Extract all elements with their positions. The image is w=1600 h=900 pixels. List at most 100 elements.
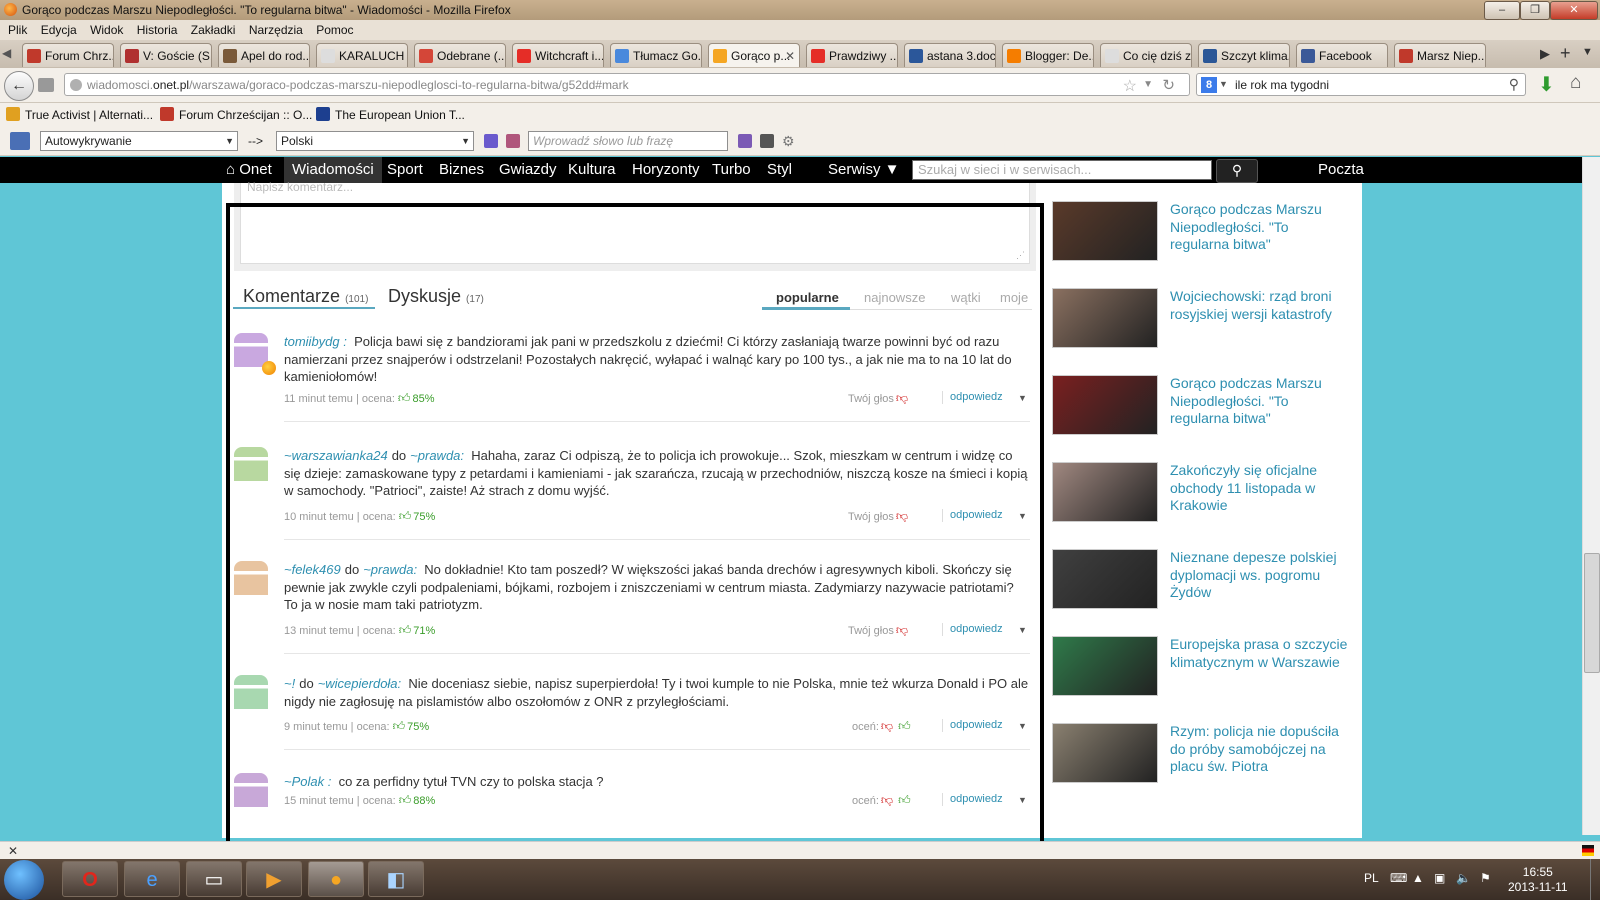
menu-plik[interactable]: Plik <box>8 20 27 40</box>
language-indicator[interactable]: PL <box>1364 871 1379 885</box>
site-search-input[interactable]: Szukaj w sieci i w serwisach... <box>912 160 1212 180</box>
search-engine-box[interactable]: 8 ▼ ile rok ma tygodni ⚲ <box>1196 73 1526 96</box>
nav-horyzonty[interactable]: Horyzonty <box>632 157 700 183</box>
gear-icon[interactable]: ⚙ <box>782 133 795 150</box>
translator-logo-icon[interactable] <box>10 132 30 150</box>
tab-list-icon[interactable]: ▼ <box>1582 46 1593 58</box>
bookmark-star-icon[interactable]: ☆ <box>1123 76 1137 96</box>
close-button[interactable]: ✕ <box>1550 1 1598 20</box>
start-button[interactable] <box>4 860 44 900</box>
media-player-icon[interactable]: ▶ <box>246 861 302 897</box>
nav-kultura[interactable]: Kultura <box>568 157 616 183</box>
back-arrow-icon[interactable]: ← <box>4 71 34 101</box>
source-language-select[interactable]: Autowykrywanie ▼ <box>40 131 238 151</box>
article-thumbnail[interactable] <box>1052 723 1158 783</box>
close-icon[interactable]: ✕ <box>785 44 795 67</box>
firefox-taskbar-icon[interactable]: ● <box>308 861 364 897</box>
search-engine-dropdown-icon[interactable]: ▼ <box>1219 79 1228 89</box>
url-dropdown-icon[interactable]: ▼ <box>1143 79 1153 90</box>
close-addon-bar-icon[interactable]: ✕ <box>8 844 18 858</box>
article-title-link[interactable]: Rzym: policja nie dopuściła do próby sam… <box>1170 723 1350 776</box>
tab-6[interactable]: Tłumacz Go... <box>610 43 702 67</box>
bookmark-true-activist[interactable]: True Activist | Alternati... <box>6 107 153 122</box>
related-article[interactable]: Rzym: policja nie dopuściła do próby sam… <box>1052 723 1352 785</box>
url-bar[interactable]: wiadomosci.onet.pl/warszawa/goraco-podcz… <box>64 73 1190 96</box>
show-desktop-button[interactable] <box>1590 859 1600 900</box>
search-query[interactable]: ile rok ma tygodni <box>1235 78 1329 92</box>
volume-icon[interactable]: 🔈 <box>1456 871 1471 885</box>
maximize-button[interactable]: ❐ <box>1520 1 1550 20</box>
related-article[interactable]: Gorąco podczas Marszu Niepodległości. "T… <box>1052 375 1352 437</box>
nav-sport[interactable]: Sport <box>387 157 423 183</box>
translate-selection-icon[interactable] <box>506 134 520 148</box>
tab-scroll-right-icon[interactable]: ▶ <box>1540 46 1550 62</box>
tab-4[interactable]: Odebrane (... <box>414 43 506 67</box>
nav-gwiazdy[interactable]: Gwiazdy <box>499 157 557 183</box>
article-title-link[interactable]: Gorąco podczas Marszu Niepodległości. "T… <box>1170 201 1350 254</box>
tab-14[interactable]: Marsz Niep... <box>1394 43 1486 67</box>
related-article[interactable]: Europejska prasa o szczycie klimatycznym… <box>1052 636 1352 698</box>
article-thumbnail[interactable] <box>1052 462 1158 522</box>
article-thumbnail[interactable] <box>1052 375 1158 435</box>
action-center-flag-icon[interactable]: ⚑ <box>1480 871 1491 885</box>
nav-poczta[interactable]: Poczta <box>1318 157 1364 183</box>
system-clock[interactable]: 16:55 2013-11-11 <box>1508 865 1568 895</box>
dictionary-icon[interactable] <box>738 134 752 148</box>
tab-11[interactable]: Co cię dziś z... <box>1100 43 1192 67</box>
menu-narzedzia[interactable]: Narzędzia <box>249 20 303 40</box>
related-article[interactable]: Zakończyły się oficjalne obchody 11 list… <box>1052 462 1352 524</box>
tab-13[interactable]: Facebook <box>1296 43 1388 67</box>
article-title-link[interactable]: Gorąco podczas Marszu Niepodległości. "T… <box>1170 375 1350 428</box>
article-thumbnail[interactable] <box>1052 288 1158 348</box>
article-thumbnail[interactable] <box>1052 549 1158 609</box>
url-text[interactable]: wiadomosci.onet.pl/warszawa/goraco-podcz… <box>87 78 629 92</box>
search-icon[interactable]: ⚲ <box>1509 76 1519 93</box>
tab-12[interactable]: Szczyt klima... <box>1198 43 1290 67</box>
scrollbar-thumb[interactable] <box>1584 553 1600 673</box>
bookmark-forum-chrzescijan[interactable]: Forum Chrześcijan :: O... <box>160 107 312 122</box>
tab-5[interactable]: Witchcraft i... <box>512 43 604 67</box>
nav-serwisy[interactable]: Serwisy ▼ <box>828 157 900 183</box>
tab-0[interactable]: Forum Chrz... <box>22 43 114 67</box>
menu-widok[interactable]: Widok <box>90 20 123 40</box>
related-article[interactable]: Wojciechowski: rząd broni rosyjskiej wer… <box>1052 288 1352 350</box>
page-scrollbar[interactable] <box>1582 157 1600 835</box>
related-article[interactable]: Gorąco podczas Marszu Niepodległości. "T… <box>1052 201 1352 263</box>
tab-scroll-left-icon[interactable]: ◀ <box>2 46 11 60</box>
article-title-link[interactable]: Wojciechowski: rząd broni rosyjskiej wer… <box>1170 288 1350 323</box>
menu-historia[interactable]: Historia <box>137 20 178 40</box>
article-thumbnail[interactable] <box>1052 201 1158 261</box>
folder-icon[interactable]: ▭ <box>186 861 242 897</box>
tab-2[interactable]: Apel do rod... <box>218 43 310 67</box>
translate-page-icon[interactable] <box>484 134 498 148</box>
menu-zakladki[interactable]: Zakładki <box>191 20 236 40</box>
menu-edycja[interactable]: Edycja <box>41 20 77 40</box>
download-arrow-icon[interactable]: ⬇ <box>1538 72 1555 97</box>
site-search-button[interactable]: ⚲ <box>1216 159 1258 183</box>
article-thumbnail[interactable] <box>1052 636 1158 696</box>
article-title-link[interactable]: Zakończyły się oficjalne obchody 11 list… <box>1170 462 1350 515</box>
google-icon[interactable]: 8 <box>1201 77 1217 93</box>
internet-explorer-icon[interactable]: e <box>124 861 180 897</box>
network-icon[interactable]: ▣ <box>1434 871 1445 885</box>
reload-icon[interactable]: ↻ <box>1162 76 1175 94</box>
show-hidden-icons-icon[interactable]: ▲ <box>1412 871 1424 885</box>
minimize-button[interactable]: – <box>1484 1 1520 20</box>
tab-10[interactable]: Blogger: De... <box>1002 43 1094 67</box>
tab-8[interactable]: Prawdziwy ... <box>806 43 898 67</box>
opera-icon[interactable]: O <box>62 861 118 897</box>
article-title-link[interactable]: Europejska prasa o szczycie klimatycznym… <box>1170 636 1350 671</box>
clipboard-icon[interactable] <box>760 134 774 148</box>
target-language-select[interactable]: Polski ▼ <box>276 131 474 151</box>
nav-biznes[interactable]: Biznes <box>439 157 484 183</box>
window-app-icon[interactable]: ◧ <box>368 861 424 897</box>
keyboard-icon[interactable]: ⌨ <box>1390 871 1407 885</box>
tab-9[interactable]: astana 3.doc <box>904 43 996 67</box>
menu-pomoc[interactable]: Pomoc <box>316 20 353 40</box>
nav-styl[interactable]: Styl <box>767 157 792 183</box>
bookmark-european-union[interactable]: The European Union T... <box>316 107 465 122</box>
home-icon[interactable]: ⌂ <box>1570 72 1581 94</box>
tab-3[interactable]: KARALUCH <box>316 43 408 67</box>
tab-7[interactable]: Gorąco p... ✕ <box>708 43 800 67</box>
translator-word-input[interactable]: Wprowadź słowo lub frazę <box>528 131 728 151</box>
